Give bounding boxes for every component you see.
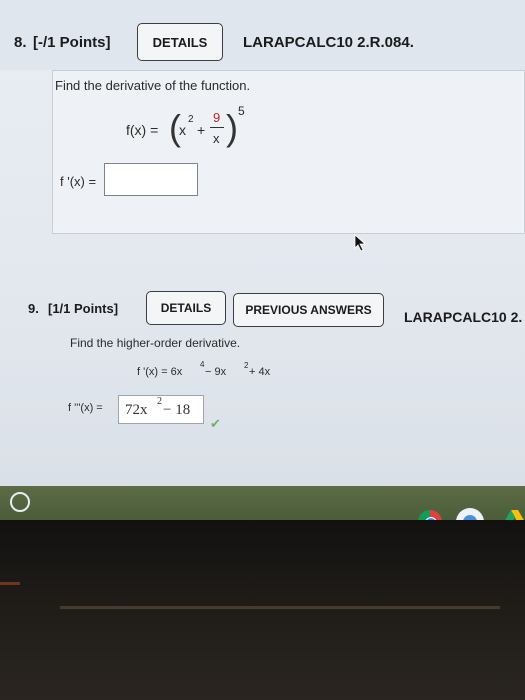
- fraction-denominator: x: [213, 131, 220, 146]
- browser-page: 8. [-/1 Points] DETAILS LARAPCALC10 2.R.…: [0, 0, 525, 520]
- x-term: x: [179, 122, 186, 138]
- details-button[interactable]: DETAILS: [137, 23, 223, 61]
- bezel-light: [0, 582, 20, 585]
- question-points: [1/1 Points]: [48, 301, 119, 316]
- fraction-bar: [210, 127, 224, 128]
- power-exponent: 5: [238, 104, 245, 118]
- given-lhs: f '(x) = 6x: [137, 366, 183, 378]
- plus-sign: +: [197, 122, 206, 138]
- laptop-bezel: [0, 520, 525, 700]
- question-number: 8.: [14, 34, 27, 51]
- question-8-panel: [52, 70, 525, 234]
- fraction-numerator: 9: [213, 110, 221, 125]
- answer-text: 72x: [125, 402, 148, 418]
- bezel-reflection: [60, 606, 500, 609]
- x-exponent: 2: [188, 114, 194, 125]
- answer-constant: − 18: [163, 402, 191, 418]
- answer-label: f '(x) =: [60, 174, 97, 189]
- minus-term: − 9x: [205, 366, 227, 378]
- function-lhs: f(x) =: [126, 122, 159, 138]
- plus-term: + 4x: [249, 366, 271, 378]
- question-code: LARAPCALC10 2.R.084.: [243, 34, 414, 51]
- launcher-icon[interactable]: [10, 492, 30, 512]
- answer-input[interactable]: [104, 163, 198, 196]
- right-paren: ): [226, 107, 238, 148]
- question-code: LARAPCALC10 2.: [404, 309, 523, 325]
- exponent-4: 4: [200, 360, 205, 369]
- question-prompt: Find the derivative of the function.: [55, 78, 251, 93]
- mouse-cursor-icon: [354, 234, 367, 252]
- question-number: 9.: [28, 301, 39, 316]
- question-prompt: Find the higher-order derivative.: [70, 336, 241, 350]
- question-points: [-/1 Points]: [33, 34, 111, 51]
- answer-label: f '''(x) =: [68, 402, 103, 414]
- answer-input[interactable]: 72x 2 − 18: [118, 395, 204, 424]
- answer-exponent: 2: [157, 396, 162, 407]
- correct-check-icon: ✔: [210, 416, 221, 431]
- previous-answers-button[interactable]: PREVIOUS ANSWERS: [233, 293, 384, 327]
- exponent-2: 2: [244, 361, 249, 370]
- details-button[interactable]: DETAILS: [146, 291, 226, 325]
